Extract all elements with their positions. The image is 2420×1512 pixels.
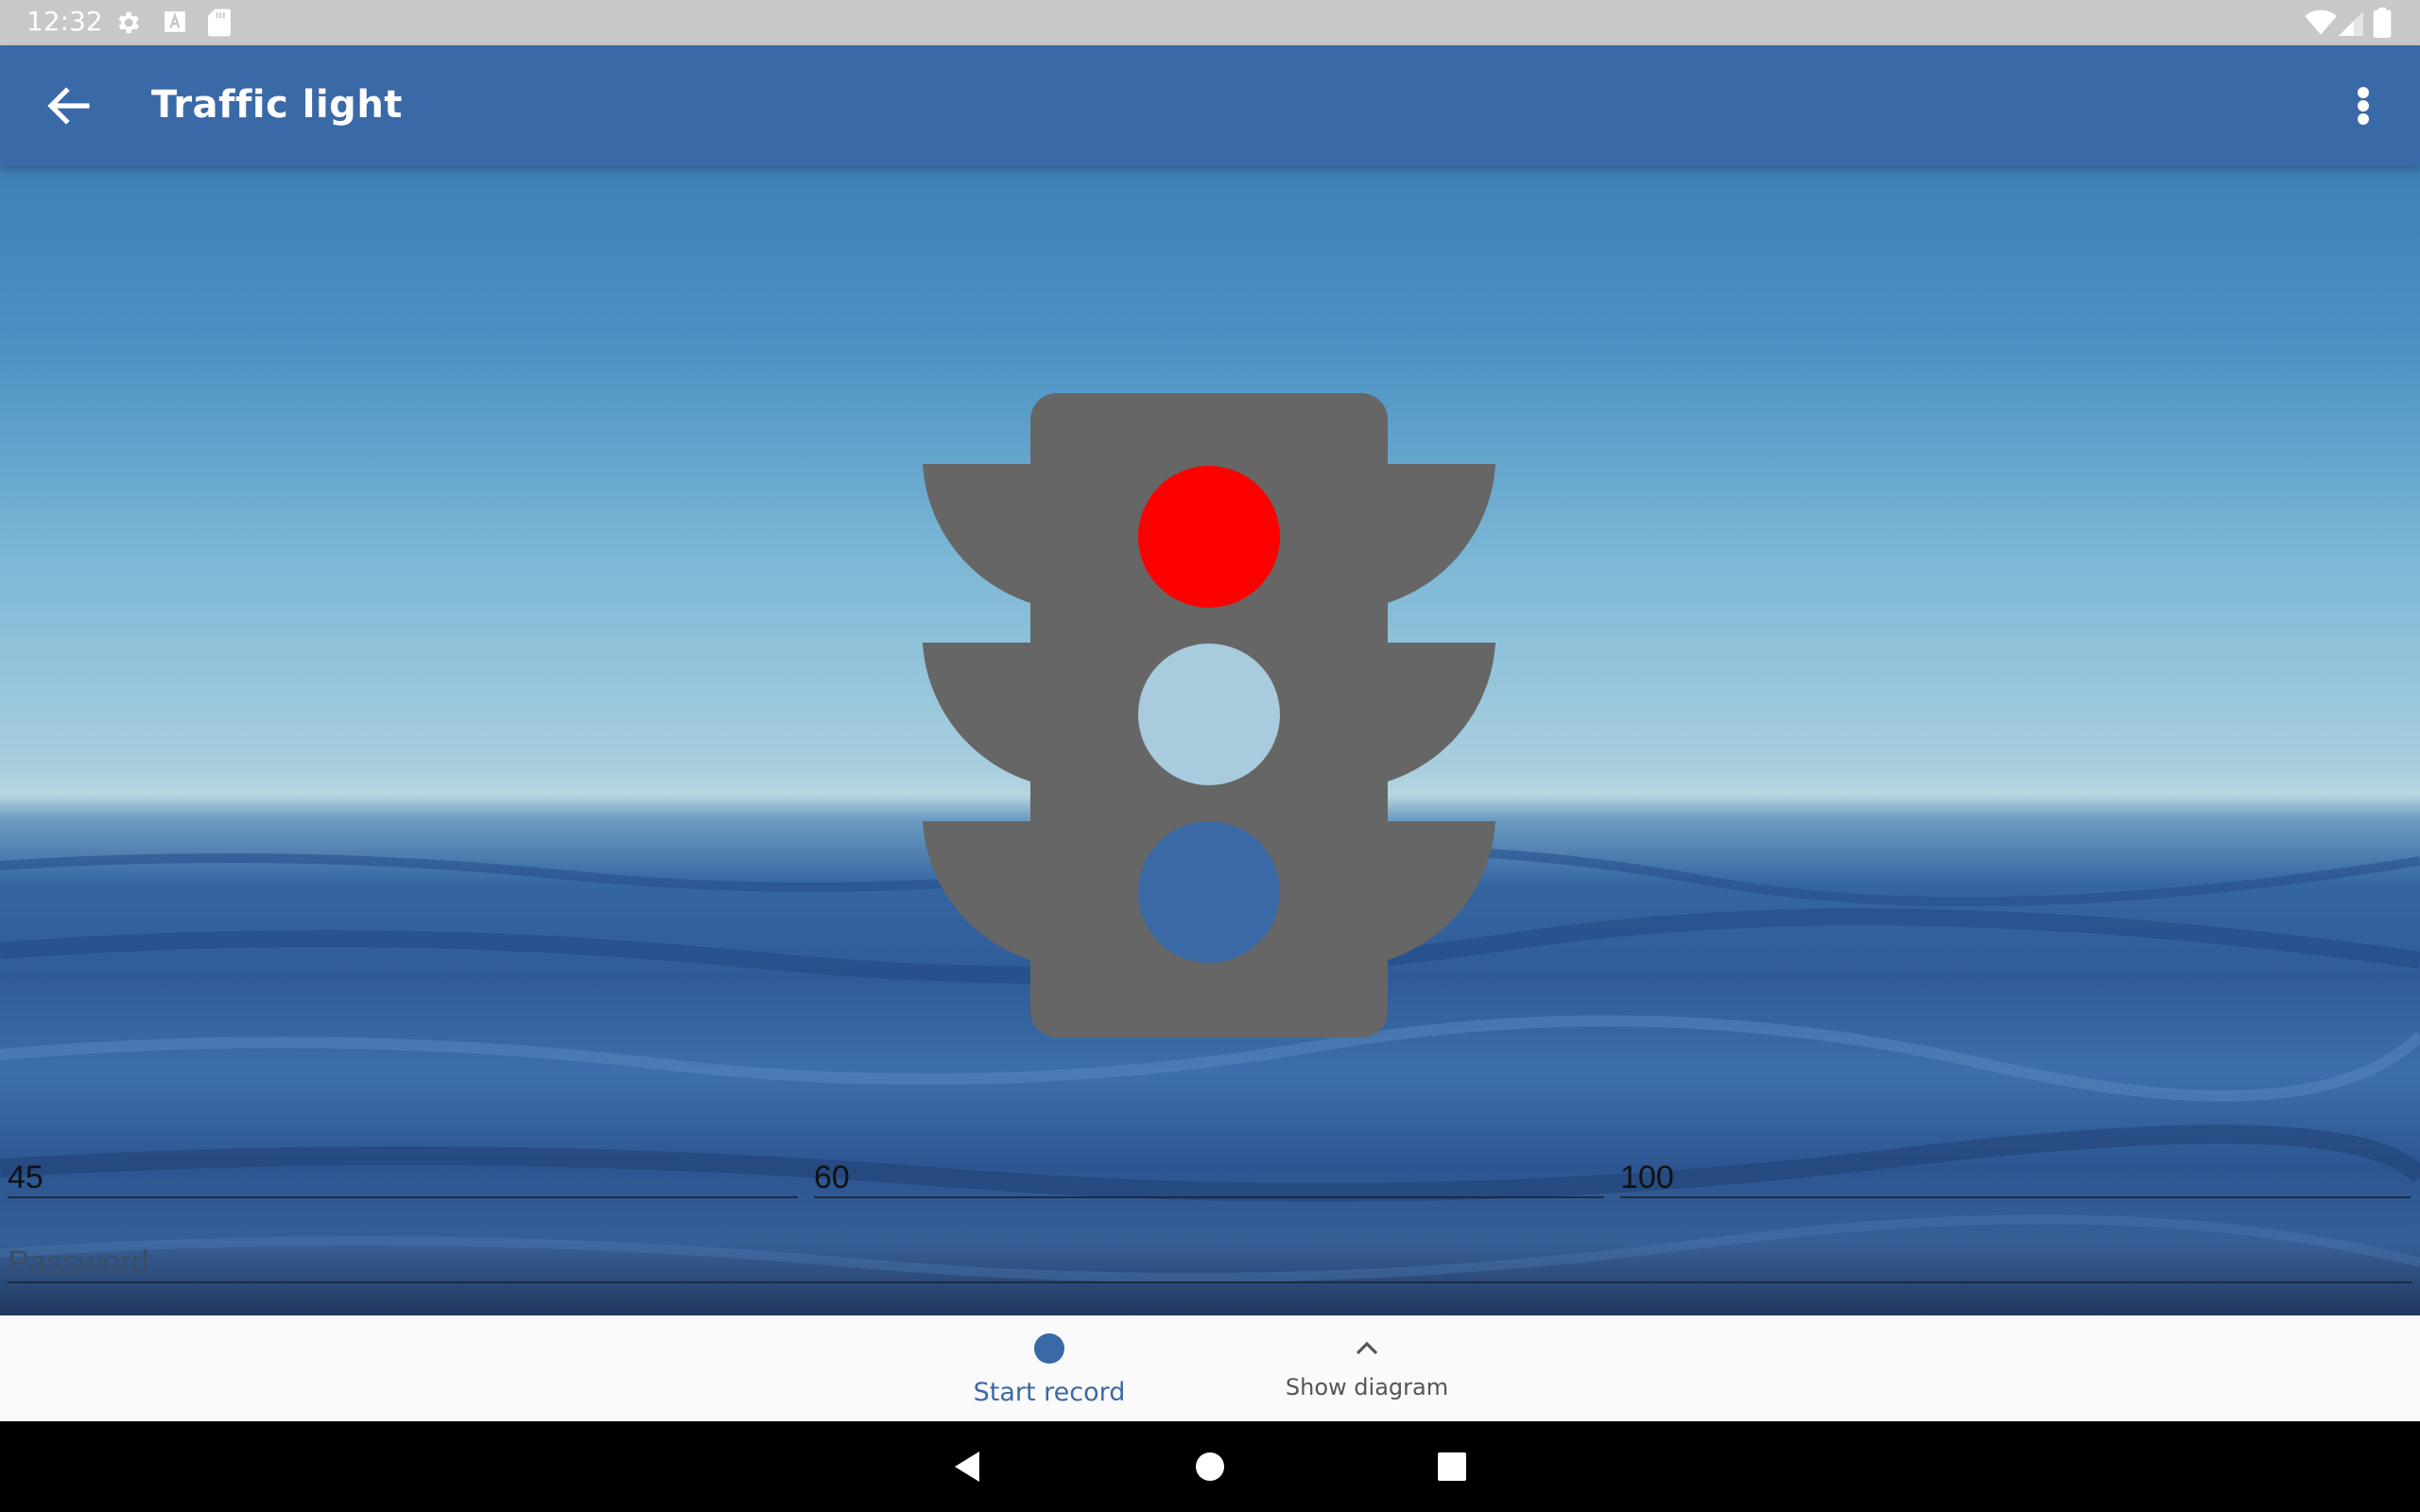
start-record-button[interactable]: Start record xyxy=(955,1315,1144,1421)
nav-back-button[interactable] xyxy=(945,1444,991,1489)
app-bar: Traffic light xyxy=(0,45,2420,166)
sd-card-icon xyxy=(208,9,231,37)
value-field-3[interactable] xyxy=(1620,1159,2411,1198)
value-input-1[interactable] xyxy=(8,1159,798,1196)
value-input-3[interactable] xyxy=(1620,1159,2411,1196)
password-input[interactable] xyxy=(8,1244,2412,1281)
show-diagram-button[interactable]: Show diagram xyxy=(1272,1315,1461,1421)
wifi-icon xyxy=(2305,9,2337,35)
value-field-1[interactable] xyxy=(8,1159,798,1198)
record-dot-icon xyxy=(1034,1333,1064,1364)
bottom-light xyxy=(1138,821,1280,963)
value-field-2[interactable] xyxy=(814,1159,1604,1198)
keyboard-a-icon xyxy=(164,11,185,32)
more-vert-icon xyxy=(2358,87,2369,125)
chevron-up-icon xyxy=(1356,1341,1378,1355)
status-time: 12:32 xyxy=(26,6,103,37)
cell-signal-icon xyxy=(2339,11,2363,36)
start-record-label: Start record xyxy=(973,1378,1126,1407)
traffic-light xyxy=(923,393,1495,1038)
overflow-menu-button[interactable] xyxy=(2346,79,2380,132)
arrow-back-icon xyxy=(47,87,90,125)
system-nav-bar xyxy=(0,1421,2420,1512)
recents-square-icon xyxy=(1438,1452,1466,1481)
password-field[interactable] xyxy=(8,1244,2412,1283)
back-button[interactable] xyxy=(42,83,95,129)
page-title: Traffic light xyxy=(151,83,403,127)
status-bar: 12:32 xyxy=(0,0,2420,45)
settings-icon xyxy=(118,11,139,34)
bottom-action-bar: Start record Show diagram xyxy=(0,1315,2420,1421)
home-circle-icon xyxy=(1196,1452,1224,1481)
show-diagram-label: Show diagram xyxy=(1285,1374,1449,1400)
back-triangle-icon xyxy=(955,1452,979,1482)
value-input-2[interactable] xyxy=(814,1159,1604,1196)
battery-icon xyxy=(2373,8,2392,38)
middle-light xyxy=(1138,644,1280,785)
content-area xyxy=(0,166,2420,1315)
nav-home-button[interactable] xyxy=(1187,1444,1233,1489)
red-light xyxy=(1138,466,1280,608)
nav-recents-button[interactable] xyxy=(1429,1444,1475,1489)
